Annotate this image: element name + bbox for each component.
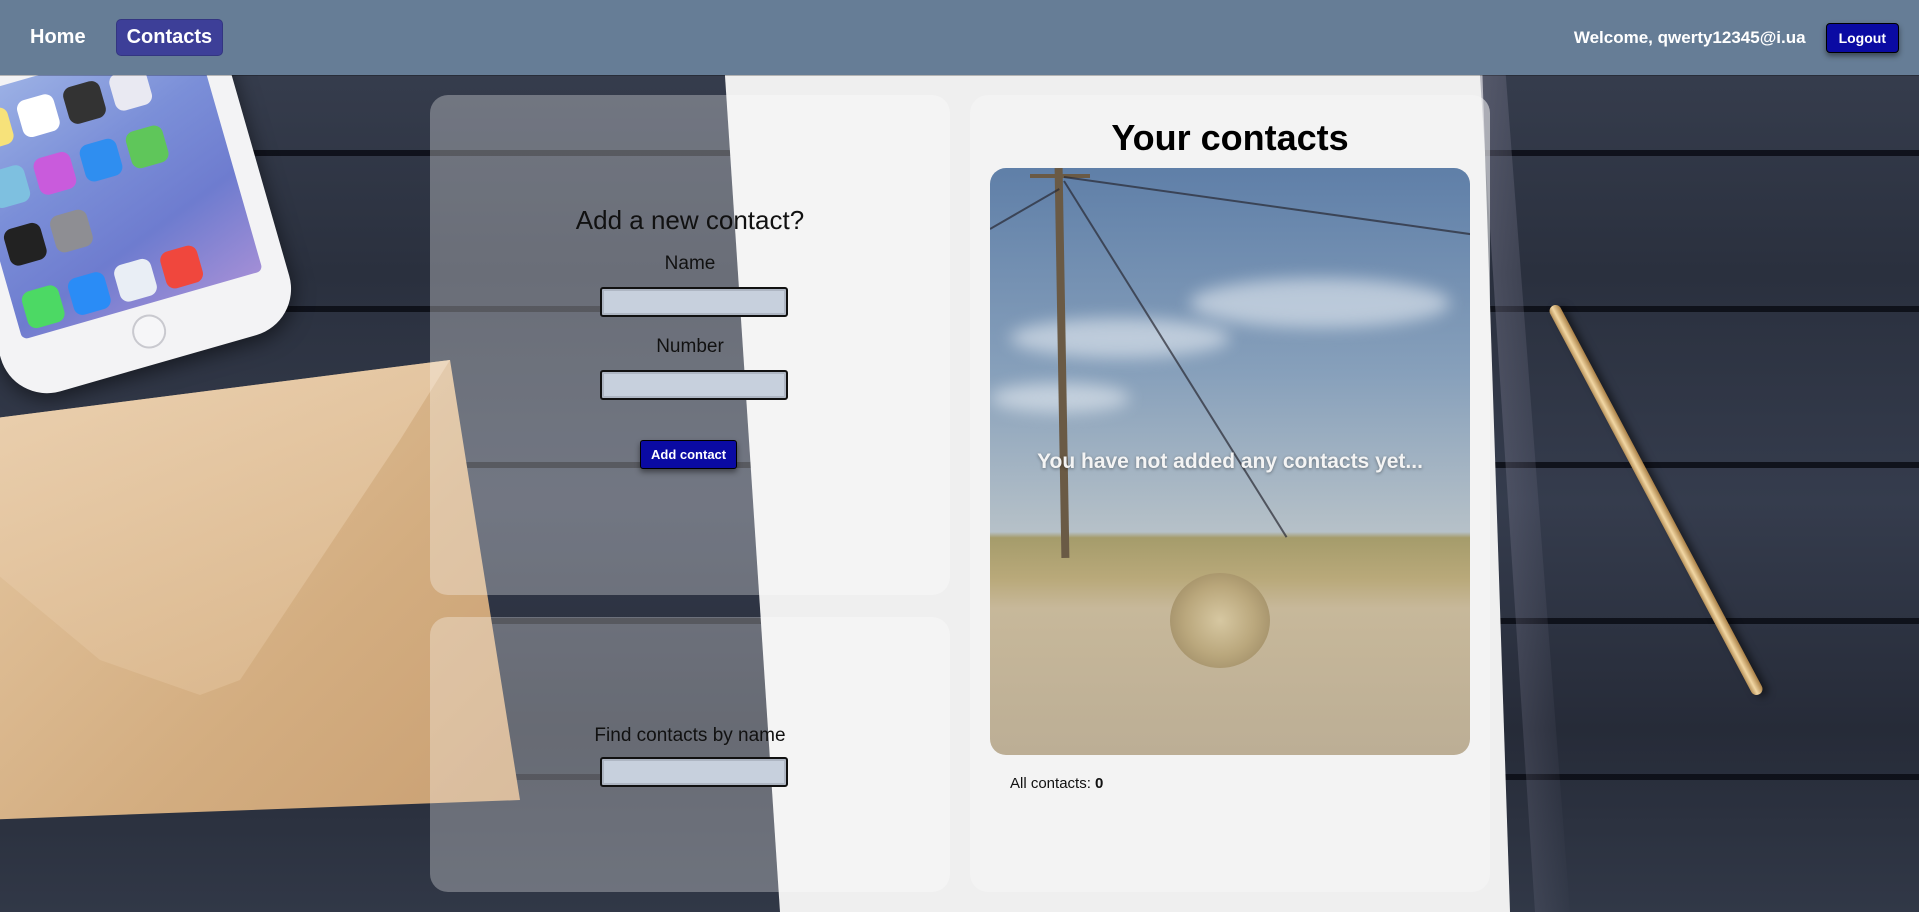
contacts-count: All contacts: 0: [1010, 775, 1103, 792]
name-label: Name: [664, 253, 716, 274]
contacts-count-label: All contacts:: [1010, 775, 1091, 792]
nav-contacts-link[interactable]: Contacts: [115, 19, 224, 56]
app-icon: [1, 220, 49, 268]
welcome-text: Welcome, qwerty12345@i.ua: [1574, 28, 1806, 48]
mail-app-icon: [65, 270, 113, 318]
tumbleweed: [1170, 573, 1270, 668]
app-icon: [31, 149, 79, 197]
number-label: Number: [656, 336, 724, 357]
background-scene: [0, 0, 1919, 912]
app-icon: [47, 207, 95, 255]
phone-app-icon: [19, 283, 67, 331]
power-line: [1063, 176, 1470, 237]
name-input[interactable]: [600, 287, 788, 317]
empty-state-image: You have not added any contacts yet...: [990, 168, 1470, 755]
contacts-count-value: 0: [1095, 775, 1104, 792]
cloud: [1010, 318, 1230, 358]
contacts-title: Your contacts: [1111, 117, 1349, 158]
find-contacts-panel: Find contacts by name: [430, 617, 950, 892]
user-email: qwerty12345@i.ua: [1657, 27, 1806, 47]
app-icon: [77, 136, 125, 184]
phone-home-button: [128, 310, 171, 353]
app-icon: [14, 92, 62, 140]
welcome-prefix: Welcome,: [1573, 27, 1653, 47]
power-line: [1063, 180, 1288, 538]
find-contacts-label: Find contacts by name: [594, 725, 786, 746]
app-icon: [0, 105, 16, 153]
app-icon: [0, 163, 33, 211]
user-menu: Welcome, qwerty12345@i.ua Logout: [1574, 22, 1899, 53]
safari-app-icon: [111, 256, 159, 304]
phone-screen: [0, 30, 263, 340]
nav-home-link[interactable]: Home: [20, 20, 96, 55]
power-line: [990, 188, 1060, 230]
contacts-list-panel: Your contacts You have not added any con…: [970, 95, 1490, 892]
add-contact-title: Add a new contact?: [575, 205, 805, 235]
find-contacts-input[interactable]: [600, 757, 788, 787]
navbar: Home Contacts Welcome, qwerty12345@i.ua …: [0, 0, 1919, 75]
music-app-icon: [158, 243, 206, 291]
utility-pole: [1054, 168, 1070, 559]
app-icon: [60, 78, 109, 126]
logout-button[interactable]: Logout: [1825, 22, 1899, 53]
add-contact-panel: Add a new contact? Name Number Add conta…: [430, 95, 950, 595]
app-icon: [123, 123, 171, 171]
add-contact-button[interactable]: Add contact: [640, 440, 738, 469]
cloud: [1190, 278, 1450, 328]
empty-state-message: You have not added any contacts yet...: [1037, 450, 1423, 473]
number-input[interactable]: [600, 370, 788, 400]
